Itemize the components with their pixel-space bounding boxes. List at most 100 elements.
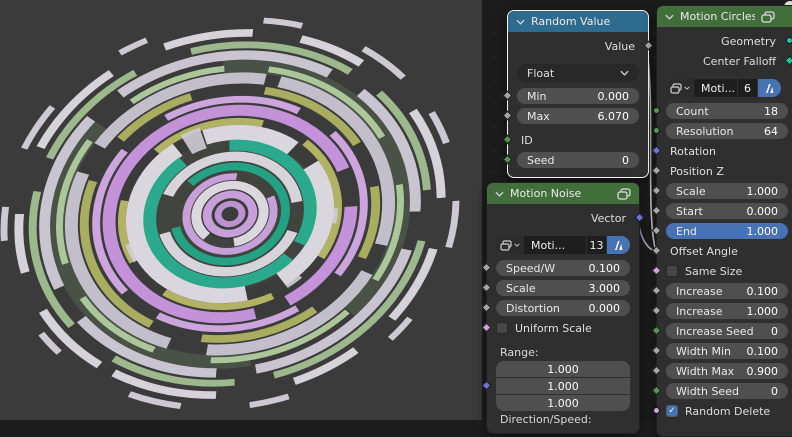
count-field[interactable]: Count 18	[666, 103, 788, 119]
blender-window: { "icons": { "collapse_chevron": "v-chev…	[0, 0, 792, 437]
output-row-value: Value	[508, 36, 654, 56]
resolution-value: 64	[764, 124, 778, 138]
group-name-field[interactable]: Moti...	[524, 236, 586, 254]
min-value: 0.000	[597, 89, 630, 103]
output-label-value: Value	[604, 39, 635, 53]
width-min-field[interactable]: Width Min 0.100	[666, 343, 788, 359]
increase-seed-label: Increase Seed	[676, 324, 754, 338]
fake-user-icon	[766, 83, 774, 93]
resolution-label: Resolution	[676, 124, 734, 138]
width-seed-row: Width Seed 0	[651, 381, 792, 401]
position-z-label: Position Z	[670, 164, 724, 178]
increase1-field[interactable]: Increase 0.100	[666, 283, 788, 299]
output-row-vector: Vector	[487, 208, 645, 228]
scale-field[interactable]: Scale 1.000	[666, 183, 788, 199]
fake-user-button[interactable]	[758, 79, 781, 97]
offset-angle-label: Offset Angle	[670, 244, 738, 258]
node-group-icon	[617, 187, 631, 200]
group-user-count[interactable]: 13	[587, 236, 606, 254]
count-label: Count	[676, 104, 709, 118]
node-header-motion-circles[interactable]: Motion Circles	[657, 6, 792, 27]
data-type-dropdown[interactable]: Float	[517, 64, 639, 82]
socket-random-delete-input[interactable]	[653, 407, 660, 414]
width-max-label: Width Max	[676, 364, 735, 378]
node-group-selector[interactable]: Moti... 6	[666, 79, 781, 97]
max-value: 6.070	[597, 109, 630, 123]
node-group-icon	[761, 10, 775, 23]
distortion-label: Distortion	[506, 301, 560, 315]
chevron-down-icon	[620, 70, 629, 76]
chevron-down-icon	[513, 243, 520, 247]
seed-field[interactable]: Seed 0	[517, 152, 639, 168]
range-label: Range:	[500, 345, 539, 359]
datablock-browse-button[interactable]	[496, 236, 523, 254]
width-max-row: Width Max 0.900	[651, 361, 792, 381]
range-y-field[interactable]: 1.000	[496, 378, 630, 394]
width-seed-field[interactable]: Width Seed 0	[666, 383, 788, 399]
output-label-geometry: Geometry	[721, 34, 776, 48]
node-header-motion-noise[interactable]: Motion Noise	[487, 183, 639, 204]
increase1-label: Increase	[676, 284, 723, 298]
scale-field[interactable]: Scale 3.000	[496, 280, 630, 296]
resolution-row: Resolution 64	[653, 121, 792, 141]
range-z-field[interactable]: 1.000	[496, 395, 630, 411]
min-field[interactable]: Min 0.000	[517, 88, 639, 104]
dropdown-value: Float	[527, 66, 555, 80]
uniform-scale-checkbox[interactable]	[496, 322, 508, 334]
increase-seed-row: Increase Seed 0	[651, 321, 792, 341]
same-size-checkbox[interactable]	[666, 265, 678, 277]
group-name-field[interactable]: Moti...	[694, 79, 737, 97]
width-min-label: Width Min	[676, 344, 731, 358]
speed-w-field[interactable]: Speed/W 0.100	[496, 260, 630, 276]
start-row: Start 0.000	[651, 201, 792, 221]
resolution-field[interactable]: Resolution 64	[666, 123, 788, 139]
start-value: 0.000	[746, 204, 779, 218]
datablock-browse-button[interactable]	[666, 79, 693, 97]
socket-count-input[interactable]	[653, 107, 660, 114]
node-random-value[interactable]: Random Value Value Float Min 0.000 Max 6…	[502, 10, 654, 178]
range-x-value: 1.000	[547, 362, 579, 376]
increase-seed-field[interactable]: Increase Seed 0	[666, 323, 788, 339]
scale-value: 1.000	[746, 184, 779, 198]
group-user-count[interactable]: 6	[738, 79, 757, 97]
max-label: Max	[527, 109, 550, 123]
id-label: ID	[521, 133, 533, 147]
distortion-field[interactable]: Distortion 0.000	[496, 300, 630, 316]
collapse-chevron-icon[interactable]	[665, 14, 674, 20]
distortion-value: 0.000	[588, 301, 621, 315]
direction-speed-label-row: Direction/Speed:	[487, 412, 639, 426]
width-max-field[interactable]: Width Max 0.900	[666, 363, 788, 379]
width-min-value: 0.100	[746, 344, 779, 358]
seed-row: Seed 0	[502, 150, 648, 170]
collapse-chevron-icon[interactable]	[495, 191, 504, 197]
range-x-field[interactable]: 1.000	[496, 361, 630, 377]
max-row: Max 6.070	[502, 106, 648, 126]
increase1-value: 0.100	[746, 284, 779, 298]
increase2-field[interactable]: Increase 1.000	[666, 303, 788, 319]
range-vector-row: 1.000 1.000 1.000	[481, 360, 639, 412]
width-seed-label: Width Seed	[676, 384, 739, 398]
scale-row: Scale 1.000	[651, 181, 792, 201]
node-header-random-value[interactable]: Random Value	[508, 11, 648, 32]
node-motion-circles[interactable]: Motion Circles Geometry Center Falloff M…	[651, 5, 792, 437]
node-group-selector[interactable]: Moti... 13	[496, 236, 630, 254]
end-field[interactable]: End 1.000	[666, 223, 788, 239]
scale-label: Scale	[676, 184, 706, 198]
fake-user-button[interactable]	[607, 236, 630, 254]
width-min-row: Width Min 0.100	[651, 341, 792, 361]
group-selector-row: Moti... 13	[487, 236, 639, 254]
start-field[interactable]: Start 0.000	[666, 203, 788, 219]
random-delete-checkbox[interactable]: ✓	[666, 405, 678, 417]
width-max-value: 0.900	[746, 364, 779, 378]
collapse-chevron-icon[interactable]	[516, 19, 525, 25]
min-row: Min 0.000	[502, 86, 648, 106]
socket-geometry-output[interactable]	[786, 37, 792, 44]
node-motion-noise[interactable]: Motion Noise Vector Moti... 13 Speed/W 0…	[481, 182, 645, 434]
range-label-row: Range:	[487, 344, 639, 360]
socket-resolution-input[interactable]	[653, 127, 660, 134]
output-row-geometry: Geometry	[657, 31, 792, 51]
speed-w-row: Speed/W 0.100	[481, 258, 639, 278]
max-field[interactable]: Max 6.070	[517, 108, 639, 124]
width-seed-value: 0	[771, 384, 778, 398]
end-value: 1.000	[746, 224, 779, 238]
